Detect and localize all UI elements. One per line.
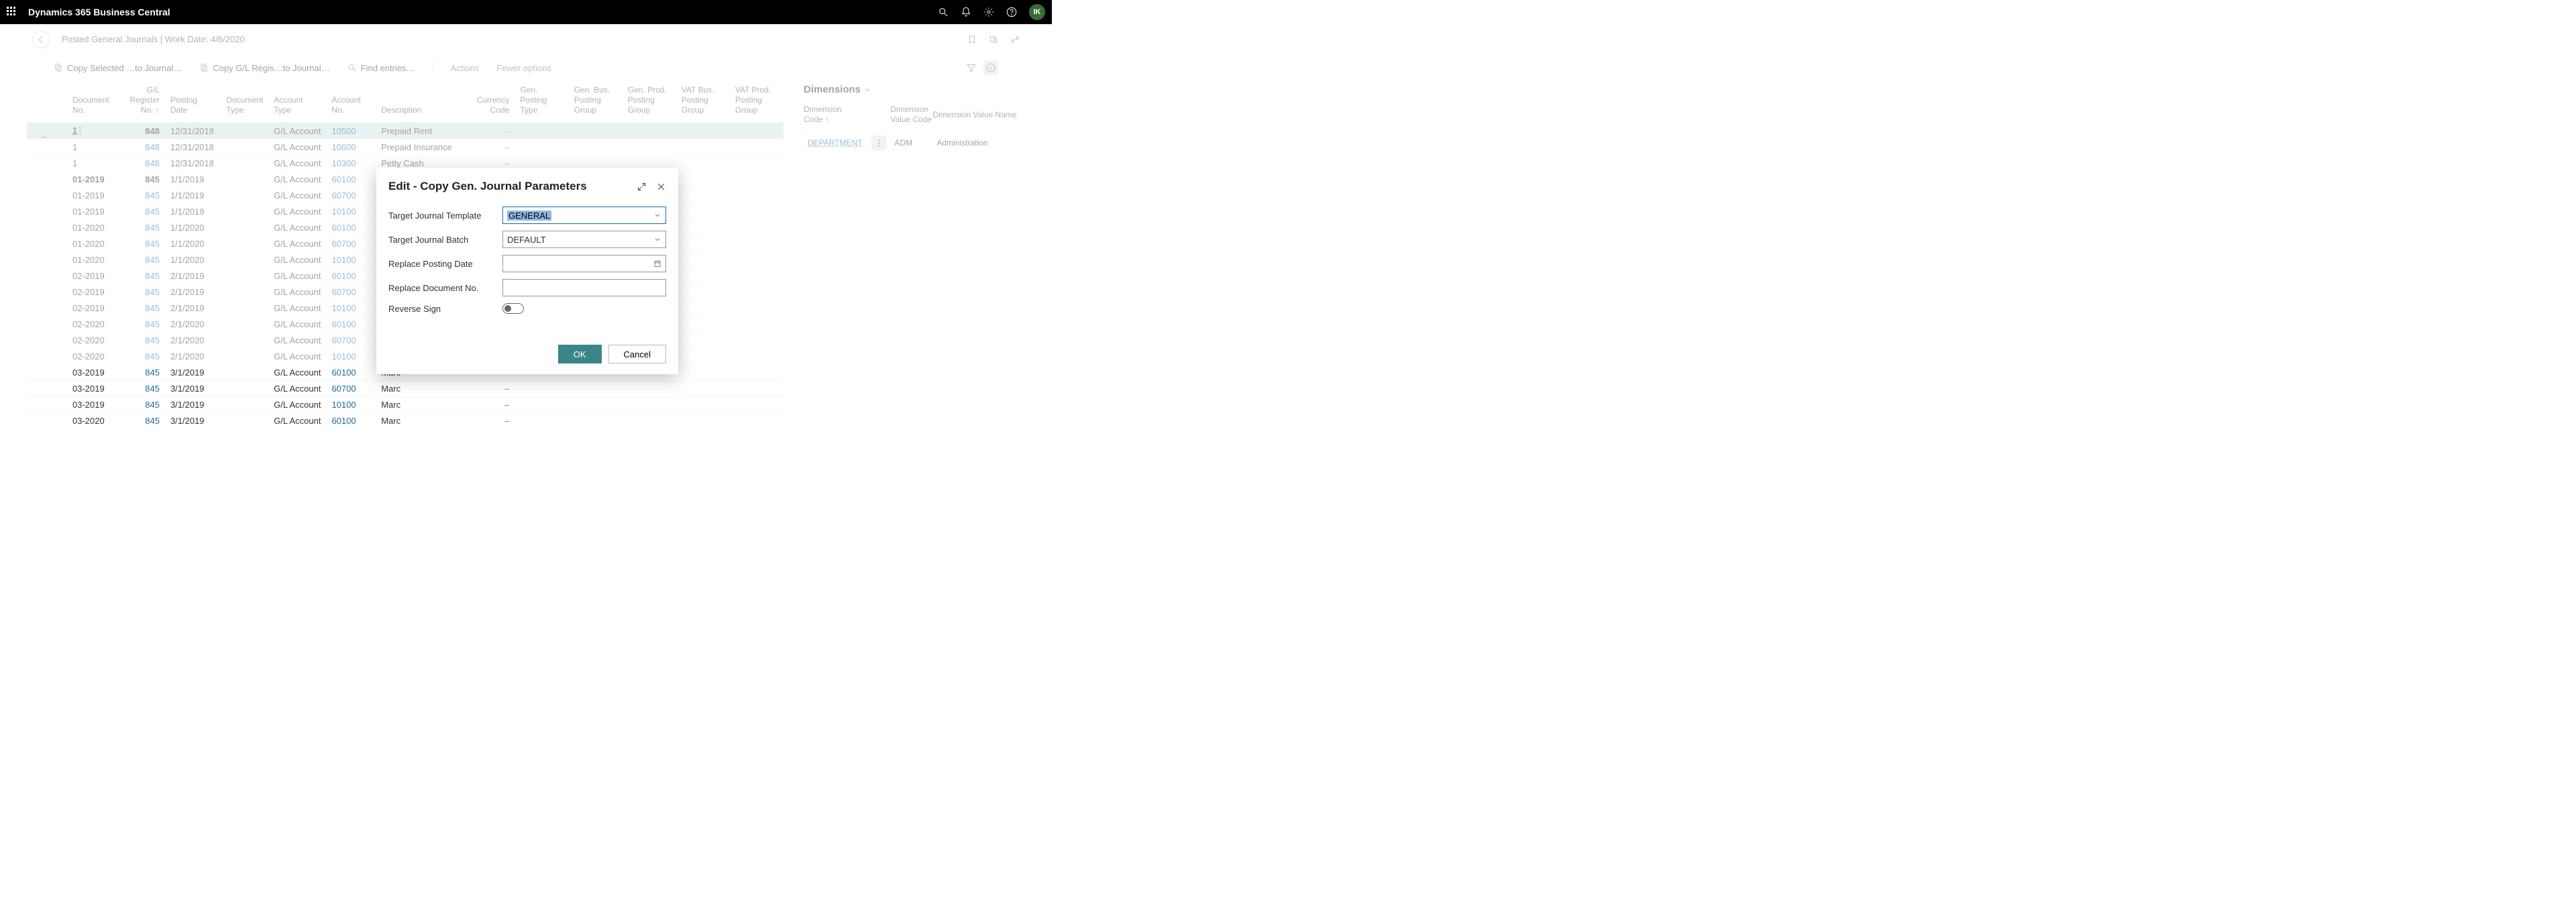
table-row[interactable]: 1 84812/31/2018G/L Account10600Prepaid I… — [27, 139, 784, 156]
app-launcher-icon[interactable] — [7, 7, 17, 17]
expand-icon[interactable] — [637, 182, 647, 192]
fact-val-code: ADM — [890, 131, 932, 154]
fact-col-val-code[interactable]: Dimension Value Code — [890, 105, 932, 131]
dialog-title: Edit - Copy Gen. Journal Parameters — [388, 180, 637, 193]
fld-replace-date-label: Replace Posting Date — [388, 259, 476, 269]
factbox-toggle-icon[interactable] — [983, 60, 998, 75]
reverse-sign-toggle[interactable] — [502, 303, 524, 314]
back-button[interactable] — [32, 31, 50, 48]
col-currency[interactable]: Currency Code — [458, 81, 515, 123]
fewer-options[interactable]: Fewer options — [496, 63, 551, 73]
fld-reverse-label: Reverse Sign — [388, 304, 443, 314]
brand-title: Dynamics 365 Business Central — [28, 7, 170, 17]
col-vat-prod[interactable]: VAT Prod. Posting Group — [730, 81, 784, 123]
replace-doc-no-input[interactable] — [502, 279, 666, 296]
help-icon[interactable] — [1006, 7, 1017, 17]
page-title: Posted General Journals | Work Date: 4/6… — [62, 34, 245, 44]
fld-batch-label: Target Journal Batch — [388, 235, 471, 245]
col-acct-type[interactable]: Account Type — [268, 81, 326, 123]
fld-replace-doc-label: Replace Document No. — [388, 283, 481, 293]
chevron-down-icon — [863, 86, 871, 94]
target-batch-dropdown[interactable]: DEFAULT — [502, 231, 666, 248]
col-vat-bus[interactable]: VAT Bus. Posting Group — [676, 81, 730, 123]
factbox-title[interactable]: Dimensions — [804, 84, 1018, 95]
fld-template-label: Target Journal Template — [388, 211, 484, 221]
fact-col-code[interactable]: Dimension Code ↑ — [804, 105, 867, 131]
popout-icon[interactable] — [989, 35, 998, 44]
table-row[interactable]: →1 ⋮84812/31/2018G/L Account10500Prepaid… — [27, 123, 784, 139]
col-gen-bus[interactable]: Gen. Bus. Posting Group — [569, 81, 623, 123]
factbox-dimensions: Dimensions Dimension Code ↑ Dimension Va… — [797, 81, 1025, 429]
chevron-down-icon — [653, 211, 661, 219]
settings-icon[interactable] — [983, 7, 994, 17]
action-copy-register[interactable]: Copy G/L Regis…to Journal… — [199, 63, 329, 73]
collapse-icon[interactable] — [1010, 35, 1020, 44]
col-description[interactable]: Description — [376, 81, 458, 123]
col-gen-post[interactable]: Gen. Posting Type — [515, 81, 568, 123]
filter-icon[interactable] — [966, 62, 977, 73]
col-doc-type[interactable]: Document Type — [221, 81, 268, 123]
replace-posting-date-input[interactable] — [502, 255, 666, 272]
col-doc-no[interactable]: Document No. — [67, 81, 115, 123]
actions-menu[interactable]: Actions — [451, 63, 480, 73]
calendar-icon — [653, 260, 661, 268]
table-row[interactable]: 03-2020 8453/1/2019G/L Account60100Marc– — [27, 413, 784, 429]
action-find-entries[interactable]: Find entries… — [347, 63, 415, 73]
action-bar: Copy Selected …to Journal… Copy G/L Regi… — [0, 54, 1052, 81]
fact-code[interactable]: DEPARTMENT — [804, 131, 867, 154]
top-bar: Dynamics 365 Business Central IK — [0, 0, 1052, 24]
notification-icon[interactable] — [961, 7, 971, 17]
target-template-dropdown[interactable]: GENERAL — [502, 207, 666, 224]
col-gen-prod[interactable]: Gen. Prod. Posting Group — [623, 81, 676, 123]
fact-row-menu-icon[interactable]: ⋮ — [871, 135, 886, 150]
bookmark-icon[interactable] — [967, 35, 977, 44]
chevron-down-icon — [653, 235, 661, 243]
search-icon[interactable] — [938, 7, 949, 17]
fact-val-name: Administration — [932, 131, 1018, 154]
col-posting-date[interactable]: Posting Date — [165, 81, 221, 123]
fact-col-val-name[interactable]: Dimension Value Name — [932, 105, 1018, 131]
table-row[interactable]: 03-2019 8453/1/2019G/L Account60700Marc– — [27, 381, 784, 397]
copy-journal-dialog: Edit - Copy Gen. Journal Parameters Targ… — [376, 168, 678, 374]
table-row[interactable]: 03-2019 8453/1/2019G/L Account10100Marc– — [27, 397, 784, 413]
col-gl-reg[interactable]: G/L Register No. ↑ — [115, 81, 165, 123]
user-avatar[interactable]: IK — [1029, 4, 1045, 20]
page-header: Posted General Journals | Work Date: 4/6… — [0, 24, 1052, 54]
action-copy-selected[interactable]: Copy Selected …to Journal… — [54, 63, 182, 73]
close-icon[interactable] — [656, 182, 666, 192]
col-acct-no[interactable]: Account No. — [326, 81, 376, 123]
factbox-row[interactable]: DEPARTMENT ⋮ ADM Administration — [804, 131, 1018, 154]
cancel-button[interactable]: Cancel — [608, 345, 666, 363]
ok-button[interactable]: OK — [558, 345, 602, 363]
